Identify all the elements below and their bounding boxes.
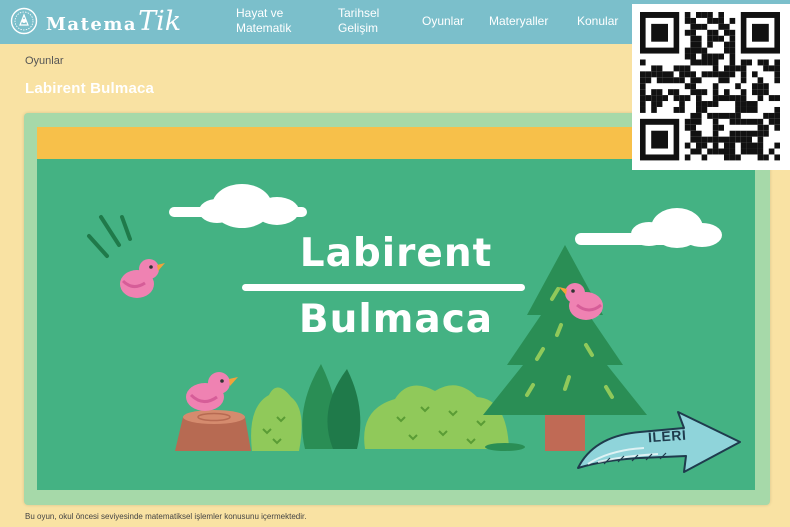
logo-main-text: Matema <box>46 14 138 35</box>
logo-accent-text: Tik <box>138 6 182 37</box>
site-logo[interactable]: Matema Tik <box>46 4 181 40</box>
next-button[interactable]: İLERİ <box>574 406 744 482</box>
nav-label: Tarihsel <box>338 6 380 20</box>
nav-label: Materyaller <box>489 14 549 28</box>
breadcrumb[interactable]: Oyunlar <box>25 55 64 67</box>
cloud-icon <box>169 184 307 228</box>
qr-code-panel <box>632 4 790 170</box>
page-title: Labirent Bulmaca <box>25 80 155 97</box>
next-button-label: İLERİ <box>647 426 687 446</box>
nav-label: Gelişim <box>338 21 379 35</box>
nav-label: Hayat ve <box>236 6 284 20</box>
nav-konular[interactable]: Konular <box>577 14 618 29</box>
nav-materyaller[interactable]: Materyaller <box>489 14 548 29</box>
title-underline <box>242 284 525 291</box>
bush <box>302 364 361 449</box>
tree-stump <box>175 410 251 451</box>
nav-oyunlar[interactable]: Oyunlar <box>422 14 464 29</box>
nav-hayat-ve-matematik[interactable]: Hayat ve Matematik <box>236 6 291 36</box>
game-title-line1: Labirent <box>299 231 493 276</box>
nav-tarihsel-gelisim[interactable]: Tarihsel Gelişim <box>338 6 379 36</box>
bird-icon <box>186 372 238 411</box>
bush <box>364 385 509 449</box>
logo-emblem-icon[interactable] <box>10 7 38 35</box>
qr-code-icon <box>640 12 780 161</box>
bush <box>251 387 302 451</box>
ground-shadow <box>485 443 525 451</box>
nav-label: Oyunlar <box>422 14 465 28</box>
game-description: Bu oyun, okul öncesi seviyesinde matemat… <box>25 512 307 521</box>
nav-label: Konular <box>577 14 619 28</box>
nav-label: Matematik <box>236 21 292 35</box>
game-title-line2: Bulmaca <box>298 297 494 342</box>
